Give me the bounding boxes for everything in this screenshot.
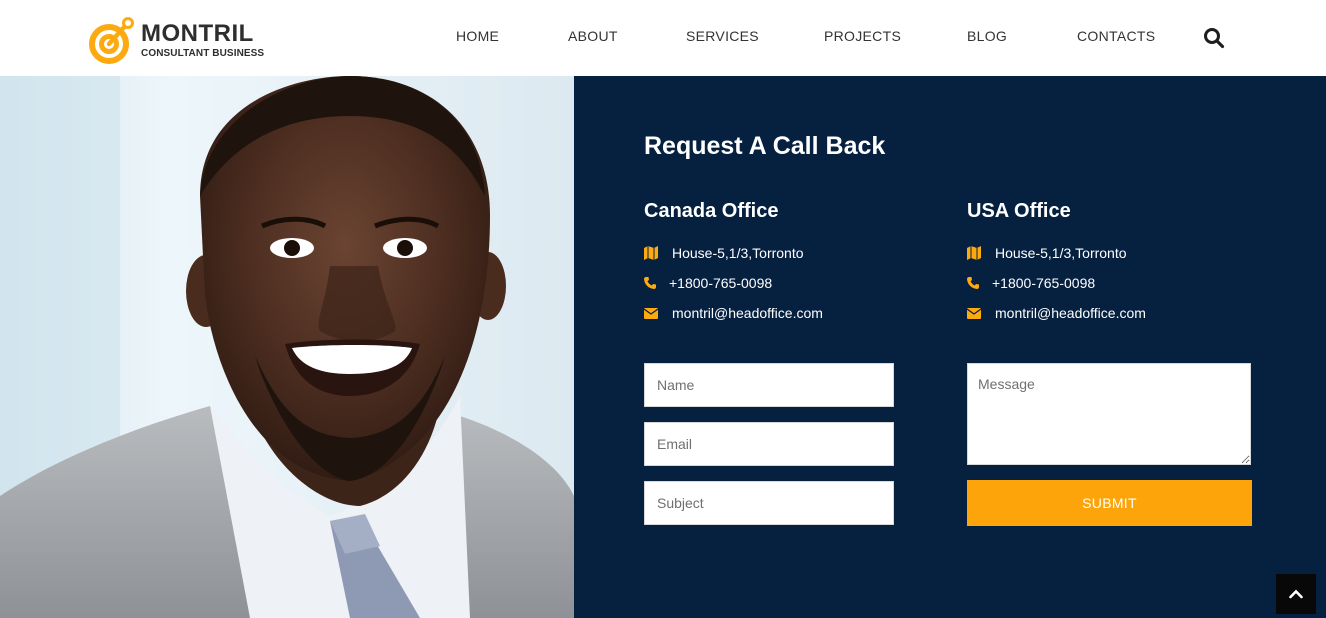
contact-title: Request A Call Back	[644, 132, 886, 160]
name-input[interactable]	[644, 363, 894, 407]
office-canada-phone: +1800-765-0098	[644, 275, 772, 291]
office-canada-address: House-5,1/3,Torronto	[644, 245, 804, 261]
nav-blog[interactable]: BLOG	[967, 28, 1007, 44]
search-icon[interactable]	[1203, 27, 1225, 49]
message-textarea[interactable]	[967, 363, 1251, 465]
nav-home[interactable]: HOME	[456, 28, 499, 44]
submit-button[interactable]: SUBMIT	[967, 480, 1252, 526]
office-usa: USA Office House-5,1/3,Torronto +1800-76…	[967, 200, 1267, 321]
map-icon	[967, 246, 995, 260]
office-canada: Canada Office House-5,1/3,Torronto +1800…	[644, 200, 944, 321]
phone-icon	[644, 277, 669, 289]
nav-services[interactable]: SERVICES	[686, 28, 759, 44]
back-to-top-button[interactable]	[1276, 574, 1316, 614]
chevron-up-icon	[1289, 589, 1303, 599]
main-nav: HOME ABOUT SERVICES PROJECTS BLOG CONTAC…	[0, 0, 1326, 76]
email-input[interactable]	[644, 422, 894, 466]
envelope-icon	[967, 307, 995, 319]
nav-projects[interactable]: PROJECTS	[824, 28, 901, 44]
office-usa-phone: +1800-765-0098	[967, 275, 1095, 291]
office-canada-name: Canada Office	[644, 200, 779, 222]
nav-contacts[interactable]: CONTACTS	[1077, 28, 1155, 44]
smiling-businessman-photo	[0, 76, 574, 618]
envelope-icon	[644, 307, 672, 319]
office-canada-email: montril@headoffice.com	[644, 305, 823, 321]
office-usa-name: USA Office	[967, 200, 1071, 222]
subject-input[interactable]	[644, 481, 894, 525]
site-header: MONTRIL CONSULTANT BUSINESS HOME ABOUT S…	[0, 0, 1326, 76]
contact-panel: Request A Call Back Canada Office House-…	[574, 76, 1326, 618]
nav-about[interactable]: ABOUT	[568, 28, 618, 44]
office-usa-email: montril@headoffice.com	[967, 305, 1146, 321]
phone-icon	[967, 277, 992, 289]
office-usa-address: House-5,1/3,Torronto	[967, 245, 1127, 261]
map-icon	[644, 246, 672, 260]
